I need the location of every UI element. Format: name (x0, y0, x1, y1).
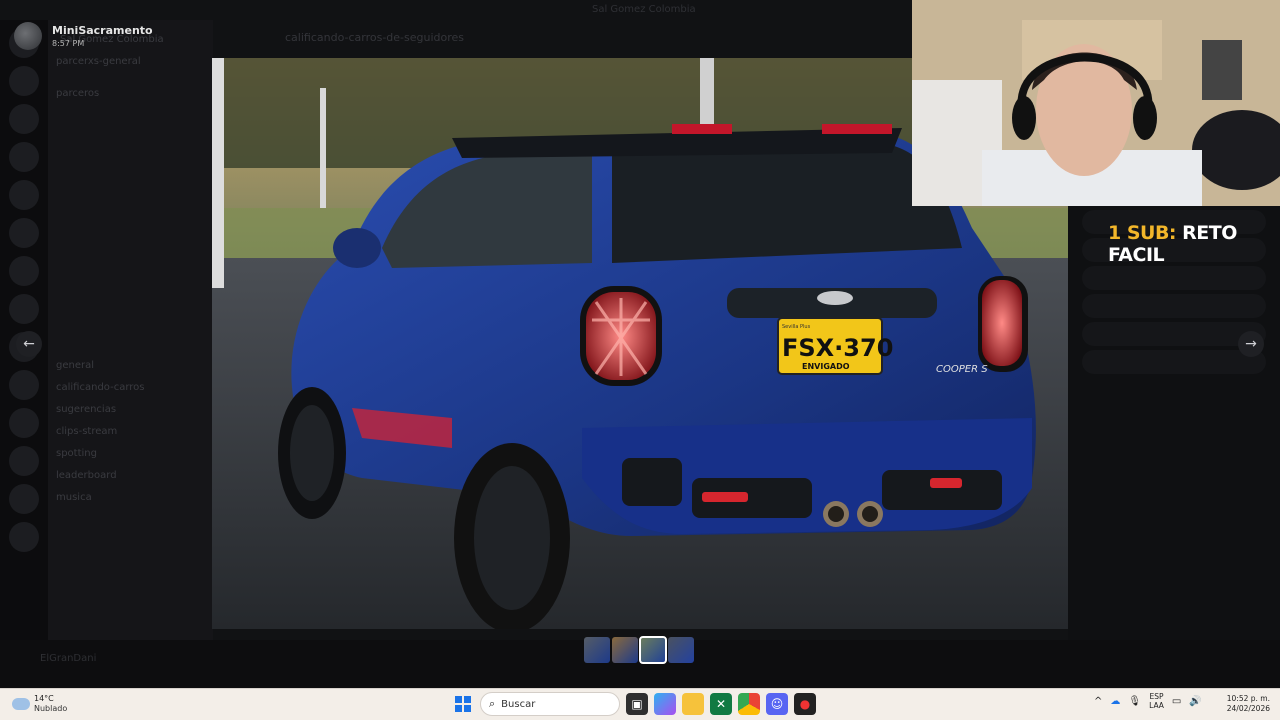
poster-name[interactable]: MiniSacramento (52, 24, 153, 37)
server-icon[interactable] (9, 218, 39, 248)
obs-icon[interactable]: ● (794, 693, 816, 715)
server-icon[interactable] (9, 370, 39, 400)
system-tray: ^ ☁ 🎙 ESP LAA ▭ 🔊 (1094, 692, 1202, 710)
server-icon[interactable] (9, 446, 39, 476)
server-icon[interactable] (9, 180, 39, 210)
taskbar-search-input[interactable]: ⌕ Buscar (480, 692, 620, 716)
channel-header: calificando-carros-de-seguidores (285, 31, 465, 44)
server-icon[interactable] (9, 256, 39, 286)
lang-bottom: LAA (1149, 701, 1164, 710)
chevron-up-icon[interactable]: ^ (1094, 696, 1102, 707)
image-poster: MiniSacramento 8:57 PM (14, 22, 153, 50)
discord-icon[interactable]: ☺ (766, 693, 788, 715)
arrow-left-icon[interactable]: ← (16, 331, 42, 357)
plate-bottom-text: ENVIGADO (802, 362, 850, 371)
channel-item[interactable]: musica (56, 487, 205, 509)
channel-item[interactable]: parceros (56, 83, 205, 105)
channel-item[interactable]: spotting (56, 443, 205, 465)
xbox-icon[interactable]: ✕ (710, 693, 732, 715)
plate-top-text: Sevilla Plus (782, 324, 811, 330)
server-icon[interactable] (9, 142, 39, 172)
weather-widget[interactable]: 14°C Nublado (12, 694, 67, 714)
clock-date: 24/02/2026 (1226, 704, 1270, 713)
thumbnail-active[interactable] (639, 636, 667, 664)
chrome-icon[interactable] (738, 693, 760, 715)
screen: Sal Gomez Colombia Sal Gomez Colombia pa… (0, 0, 1280, 720)
search-icon: ⌕ (489, 697, 496, 710)
member-item[interactable] (1082, 294, 1266, 318)
copilot-icon[interactable] (654, 693, 676, 715)
window-title: Sal Gomez Colombia (592, 4, 696, 15)
windows-start-icon[interactable] (452, 693, 474, 715)
post-time: 8:57 PM (52, 39, 85, 48)
avatar[interactable] (14, 22, 42, 50)
server-icon[interactable] (9, 408, 39, 438)
sub-goal-prefix: 1 SUB: (1108, 222, 1177, 244)
task-view-icon[interactable]: ▣ (626, 693, 648, 715)
server-icon[interactable] (9, 522, 39, 552)
member-item[interactable] (1082, 266, 1266, 290)
microphone-icon[interactable]: 🎙 (1128, 696, 1141, 707)
prev-glyph: ← (23, 336, 35, 352)
server-icon[interactable] (9, 484, 39, 514)
thumbnail[interactable] (584, 637, 610, 663)
webcam-illustration (912, 0, 1280, 206)
cloud-icon (12, 698, 30, 710)
sub-goal-overlay: 1 SUB: RETO FACIL (1108, 222, 1280, 266)
taskbar-apps: ⌕ Buscar ▣ ✕ ☺ ● (452, 692, 816, 716)
taskbar-clock[interactable]: 10:52 p. m. 24/02/2026 (1224, 694, 1270, 714)
user-panel-name: ElGranDani (40, 653, 97, 664)
onedrive-icon[interactable]: ☁ (1110, 696, 1120, 707)
channel-item[interactable]: sugerencias (56, 399, 205, 421)
thumbnail[interactable] (612, 637, 638, 663)
language-indicator[interactable]: ESP LAA (1149, 692, 1164, 710)
channel-list: Sal Gomez Colombia parcerxs-general parc… (48, 20, 213, 660)
speaker-icon[interactable]: 🔊 (1189, 696, 1201, 707)
next-glyph: → (1245, 336, 1257, 352)
display-icon[interactable]: ▭ (1172, 696, 1181, 707)
thumbnail[interactable] (668, 637, 694, 663)
clock-time: 10:52 p. m. (1226, 694, 1270, 703)
cooper-badge-text: COOPER S (936, 364, 988, 375)
member-item[interactable] (1082, 350, 1266, 374)
server-icon[interactable] (9, 294, 39, 324)
channel-item[interactable]: parcerxs-general (56, 51, 205, 73)
thumbnail-strip (584, 636, 694, 664)
arrow-right-icon[interactable]: → (1238, 331, 1264, 357)
plate-text: FSX·370 (782, 334, 893, 362)
file-explorer-icon[interactable] (682, 693, 704, 715)
server-icon[interactable] (9, 66, 39, 96)
weather-temp: 14°C (34, 694, 54, 703)
channel-item[interactable]: general (56, 355, 205, 377)
channel-item[interactable]: calificando-carros (56, 377, 205, 399)
server-icon[interactable] (9, 104, 39, 134)
channel-item[interactable]: clips-stream (56, 421, 205, 443)
channel-item[interactable]: leaderboard (56, 465, 205, 487)
member-list (1068, 206, 1280, 676)
weather-condition: Nublado (34, 704, 68, 713)
search-placeholder: Buscar (501, 698, 536, 710)
webcam-overlay (912, 0, 1280, 206)
lang-top: ESP (1149, 692, 1164, 701)
